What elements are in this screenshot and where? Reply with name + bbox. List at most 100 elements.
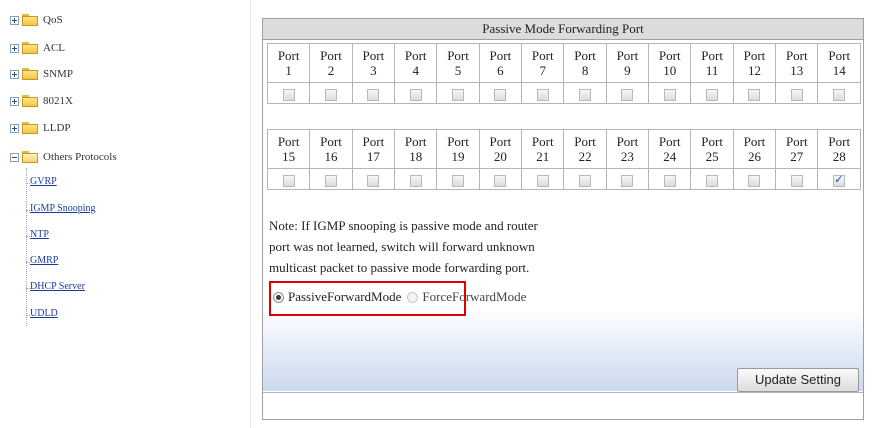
port-checkbox[interactable] xyxy=(833,88,846,101)
port-checkbox[interactable] xyxy=(494,88,507,101)
tree-item-others-protocols[interactable]: Others Protocols xyxy=(10,147,117,167)
port-checkbox[interactable] xyxy=(452,88,465,101)
port-prefix: Port xyxy=(447,48,469,63)
port-header: Port 5 xyxy=(436,43,480,83)
update-setting-button[interactable]: Update Setting xyxy=(737,368,859,392)
port-checkbox-cell xyxy=(732,168,777,190)
port-number: 17 xyxy=(366,149,380,164)
note-text: Note: If IGMP snooping is passive mode a… xyxy=(269,215,669,278)
port-checkbox-cell xyxy=(605,82,650,104)
port-number: 9 xyxy=(624,63,631,78)
port-number: 21 xyxy=(536,149,550,164)
port-number: 27 xyxy=(790,149,804,164)
port-checkbox[interactable] xyxy=(621,174,634,187)
port-checkbox-cell xyxy=(266,168,311,190)
port-number: 28 xyxy=(832,149,846,164)
port-header: Port 12 xyxy=(732,43,777,83)
port-checkbox-cell xyxy=(648,82,692,104)
expand-plus-icon[interactable] xyxy=(10,123,19,133)
collapse-minus-icon[interactable] xyxy=(10,152,19,162)
port-number: 10 xyxy=(663,63,677,78)
port-header: Port 16 xyxy=(309,129,353,169)
port-checkbox[interactable] xyxy=(790,88,803,101)
link-ntp[interactable]: NTP xyxy=(26,229,49,240)
tree-item-snmp[interactable]: SNMP xyxy=(10,64,73,84)
port-header: Port 11 xyxy=(690,43,734,83)
port-checkbox[interactable] xyxy=(621,88,634,101)
port-checkbox[interactable] xyxy=(833,172,846,187)
port-checkbox[interactable] xyxy=(663,88,676,101)
port-checkbox[interactable] xyxy=(282,174,295,187)
port-checkbox[interactable] xyxy=(494,174,507,187)
port-checkbox[interactable] xyxy=(748,174,761,187)
port-checkbox[interactable] xyxy=(325,174,338,187)
port-checkbox[interactable] xyxy=(536,88,549,101)
link-dhcp-server[interactable]: DHCP Server xyxy=(26,281,85,292)
port-prefix: Port xyxy=(404,48,427,63)
link-udld[interactable]: UDLD xyxy=(26,308,58,319)
port-prefix: Port xyxy=(701,134,723,149)
port-checkbox[interactable] xyxy=(325,88,338,101)
expand-plus-icon[interactable] xyxy=(10,69,19,79)
port-prefix: Port xyxy=(616,48,639,63)
port-checkbox[interactable] xyxy=(452,174,465,187)
port-checkbox[interactable] xyxy=(409,88,422,101)
port-header: Port 10 xyxy=(648,43,692,83)
port-prefix: Port xyxy=(404,134,427,149)
expand-plus-icon[interactable] xyxy=(10,96,19,106)
expand-plus-icon[interactable] xyxy=(10,15,19,25)
note-line: multicast packet to passive mode forward… xyxy=(269,260,530,275)
port-header: Port 3 xyxy=(351,43,396,83)
port-checkbox[interactable] xyxy=(536,174,549,187)
port-checkbox-cell xyxy=(648,168,692,190)
port-prefix: Port xyxy=(531,48,554,63)
ports-table-row2: Port 15 Port 16 Port 17 Port 18 Port 19 Port 20 Port… xyxy=(266,129,861,190)
port-checkbox[interactable] xyxy=(282,88,295,101)
link-gmrp[interactable]: GMRP xyxy=(25,255,58,266)
port-prefix: Port xyxy=(828,48,851,63)
tree-item-qos[interactable]: QoS xyxy=(10,10,63,30)
port-checkbox[interactable] xyxy=(790,174,803,187)
port-checkbox-cell xyxy=(478,168,523,190)
port-checkbox-cell xyxy=(817,168,861,190)
port-header: Port 25 xyxy=(690,129,734,169)
port-checkbox-cell xyxy=(521,168,565,190)
port-checkbox[interactable] xyxy=(579,174,592,187)
port-number: 8 xyxy=(581,63,589,78)
expand-plus-icon[interactable] xyxy=(10,43,19,53)
port-checkbox[interactable] xyxy=(706,88,719,101)
link-igmp-snooping[interactable]: IGMP Snooping xyxy=(25,203,95,214)
folder-icon xyxy=(22,122,38,134)
port-header: Port 22 xyxy=(563,129,607,169)
tree-item-acl[interactable]: ACL xyxy=(10,38,65,58)
port-header: Port 27 xyxy=(775,129,819,169)
port-checkbox[interactable] xyxy=(663,174,676,187)
port-checkbox[interactable] xyxy=(409,174,422,187)
port-checkbox[interactable] xyxy=(367,88,380,101)
port-header: Port 14 xyxy=(817,43,861,83)
port-prefix: Port xyxy=(785,48,808,63)
port-checkbox[interactable] xyxy=(579,88,592,101)
port-header: Port 8 xyxy=(563,43,607,83)
port-checkbox[interactable] xyxy=(706,174,719,187)
port-checkbox-cell xyxy=(309,82,353,104)
port-header: Port 2 xyxy=(309,43,353,83)
port-number: 5 xyxy=(454,63,462,78)
port-number: 16 xyxy=(324,149,338,164)
port-checkbox[interactable] xyxy=(748,88,761,101)
port-checkbox-cell xyxy=(394,168,438,190)
link-gvrp[interactable]: GVRP xyxy=(26,176,57,187)
port-header: Port 18 xyxy=(394,129,438,169)
port-prefix: Port xyxy=(362,48,385,63)
port-checkbox-cell xyxy=(605,168,650,190)
port-number: 11 xyxy=(705,63,719,78)
port-prefix: Port xyxy=(574,48,596,63)
port-checkbox-cell xyxy=(266,82,311,104)
port-checkbox-cell xyxy=(521,82,565,104)
port-number: 23 xyxy=(620,149,634,164)
tree-item-lldp[interactable]: LLDP xyxy=(10,118,71,138)
port-number: 24 xyxy=(663,149,677,164)
tree-item-8021x[interactable]: 8021X xyxy=(10,91,73,111)
port-checkbox[interactable] xyxy=(367,174,380,187)
port-header: Port 20 xyxy=(478,129,523,169)
